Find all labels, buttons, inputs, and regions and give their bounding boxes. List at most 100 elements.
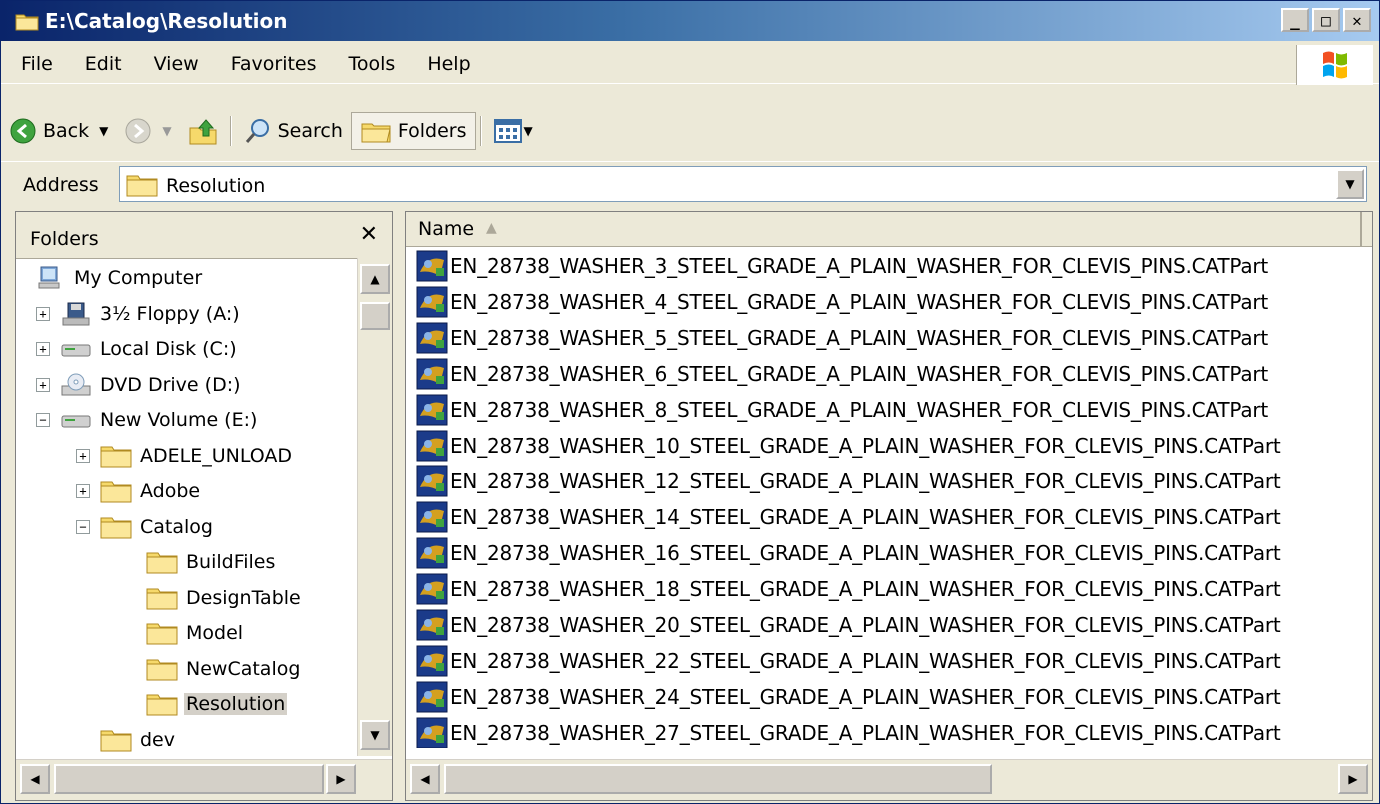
toolbar-separator [229,116,232,146]
scroll-right-button[interactable]: ▶ [1338,764,1368,794]
minimize-button[interactable]: _ [1281,8,1309,32]
tree-item[interactable]: NewCatalog [146,653,302,685]
folders-label: Folders [397,120,467,142]
file-row[interactable]: EN_28738_WASHER_22_STEEL_GRADE_A_PLAIN_W… [416,643,1281,679]
window-title: E:\Catalog\Resolution [45,9,288,33]
menu-file[interactable]: File [15,53,69,75]
catpart-file-icon [416,717,448,748]
menu-view[interactable]: View [138,53,215,75]
name-column-header[interactable]: Name ▲ [406,212,1362,246]
tree-vertical-scrollbar[interactable]: ▲ ▼ [357,258,392,756]
tree-item[interactable]: + Adobe [76,475,202,507]
file-name: EN_28738_WASHER_4_STEEL_GRADE_A_PLAIN_WA… [450,289,1269,314]
file-name: EN_28738_WASHER_6_STEEL_GRADE_A_PLAIN_WA… [450,361,1269,386]
tree-item-label: Local Disk (C:) [100,338,237,360]
scroll-left-button[interactable]: ◀ [20,764,50,794]
folders-pane-title: Folders [30,228,99,250]
tree-item[interactable]: + DVD Drive (D:) [36,369,243,401]
views-dropdown-icon[interactable]: ▼ [524,124,533,138]
catpart-file-icon [416,681,448,713]
back-button[interactable]: Back ▼ [1,111,116,151]
file-row[interactable]: EN_28738_WASHER_16_STEEL_GRADE_A_PLAIN_W… [416,535,1281,571]
expand-icon[interactable]: + [36,377,50,392]
scroll-thumb[interactable] [54,764,324,794]
file-row[interactable]: EN_28738_WASHER_6_STEEL_GRADE_A_PLAIN_WA… [416,356,1268,392]
tree-item[interactable]: Resolution [146,688,288,720]
catpart-file-icon [416,250,448,282]
views-button[interactable]: ▼ [486,111,541,151]
maximize-button[interactable]: □ [1312,8,1340,32]
collapse-icon[interactable]: − [76,519,90,534]
tree-item[interactable]: − Catalog [76,511,215,543]
tree-item[interactable]: dev [76,724,177,756]
tree-item-label: Resolution [184,693,288,715]
close-button[interactable]: ✕ [1343,8,1371,32]
catpart-file-icon [416,645,448,677]
file-name: EN_28738_WASHER_12_STEEL_GRADE_A_PLAIN_W… [450,469,1281,494]
tree-item[interactable]: + Local Disk (C:) [36,333,239,365]
address-field[interactable]: Resolution ▼ [119,166,1367,202]
address-dropdown-button[interactable]: ▼ [1336,169,1364,199]
file-row[interactable]: EN_28738_WASHER_5_STEEL_GRADE_A_PLAIN_WA… [416,320,1268,356]
file-row[interactable]: EN_28738_WASHER_18_STEEL_GRADE_A_PLAIN_W… [416,571,1281,607]
scroll-down-button[interactable]: ▼ [360,720,390,750]
menu-help[interactable]: Help [411,53,486,75]
tree-item[interactable]: +3½ Floppy (A:) [36,298,242,330]
catpart-file-icon [416,501,448,533]
menu-favorites[interactable]: Favorites [215,53,333,75]
menu-edit[interactable]: Edit [69,53,138,75]
file-rows: EN_28738_WASHER_3_STEEL_GRADE_A_PLAIN_WA… [416,248,1362,748]
forward-dropdown-icon[interactable]: ▼ [162,124,171,138]
folders-icon [361,123,391,143]
up-folder-icon [189,119,217,145]
search-label: Search [277,120,343,142]
tree-item[interactable]: + ADELE_UNLOAD [76,440,294,472]
scroll-left-button[interactable]: ◀ [410,764,440,794]
expand-icon[interactable]: + [36,306,50,321]
file-row[interactable]: EN_28738_WASHER_27_STEEL_GRADE_A_PLAIN_W… [416,715,1281,748]
title-bar[interactable]: E:\Catalog\Resolution _ □ ✕ [1,1,1379,41]
tree-item[interactable]: My Computer [34,262,204,294]
file-row[interactable]: EN_28738_WASHER_14_STEEL_GRADE_A_PLAIN_W… [416,499,1281,535]
expand-icon[interactable]: + [36,342,50,356]
catpart-file-icon [416,573,448,605]
up-folder-button[interactable] [180,111,226,151]
address-label: Address [23,174,99,196]
file-name: EN_28738_WASHER_8_STEEL_GRADE_A_PLAIN_WA… [450,397,1269,422]
file-row[interactable]: EN_28738_WASHER_8_STEEL_GRADE_A_PLAIN_WA… [416,392,1268,428]
floppy-icon [60,302,92,326]
standard-toolbar: Back ▼ ▼ Search Folders ▼ [1,111,1379,155]
back-dropdown-icon[interactable]: ▼ [99,124,108,138]
tree-item[interactable]: − New Volume (E:) [36,404,259,436]
file-name: EN_28738_WASHER_3_STEEL_GRADE_A_PLAIN_WA… [450,254,1269,278]
menu-tools[interactable]: Tools [333,53,412,75]
file-row[interactable]: EN_28738_WASHER_4_STEEL_GRADE_A_PLAIN_WA… [416,284,1268,320]
file-row[interactable]: EN_28738_WASHER_24_STEEL_GRADE_A_PLAIN_W… [416,679,1281,715]
file-row[interactable]: EN_28738_WASHER_3_STEEL_GRADE_A_PLAIN_WA… [416,248,1268,284]
folders-button[interactable]: Folders [350,112,476,150]
scroll-right-button[interactable]: ▶ [326,764,356,794]
expand-icon[interactable]: + [76,484,90,498]
file-row[interactable]: EN_28738_WASHER_10_STEEL_GRADE_A_PLAIN_W… [416,428,1281,464]
tree-item[interactable]: BuildFiles [146,546,277,578]
file-list-horizontal-scrollbar[interactable]: ◀ ▶ [406,759,1372,800]
scroll-thumb[interactable] [360,302,390,330]
file-name: EN_28738_WASHER_14_STEEL_GRADE_A_PLAIN_W… [450,505,1281,530]
forward-button[interactable]: ▼ [116,111,179,151]
search-button[interactable]: Search [236,111,351,151]
collapse-icon[interactable]: − [36,413,50,427]
explorer-window: E:\Catalog\Resolution _ □ ✕ File Edit Vi… [0,0,1380,804]
folders-pane-header: Folders ✕ [16,212,392,259]
catpart-file-icon [416,358,448,390]
expand-icon[interactable]: + [76,448,90,463]
close-pane-icon[interactable]: ✕ [360,222,378,247]
tree-item[interactable]: Model [146,617,245,649]
forward-arrow-icon [125,118,151,144]
scroll-thumb[interactable] [444,764,992,794]
file-row[interactable]: EN_28738_WASHER_12_STEEL_GRADE_A_PLAIN_W… [416,463,1281,499]
tree-item[interactable]: DesignTable [146,582,303,614]
tree-item-label: Adobe [140,480,201,502]
file-row[interactable]: EN_28738_WASHER_20_STEEL_GRADE_A_PLAIN_W… [416,607,1281,643]
scroll-up-button[interactable]: ▲ [360,264,390,294]
tree-horizontal-scrollbar[interactable]: ◀ ▶ [16,759,392,800]
